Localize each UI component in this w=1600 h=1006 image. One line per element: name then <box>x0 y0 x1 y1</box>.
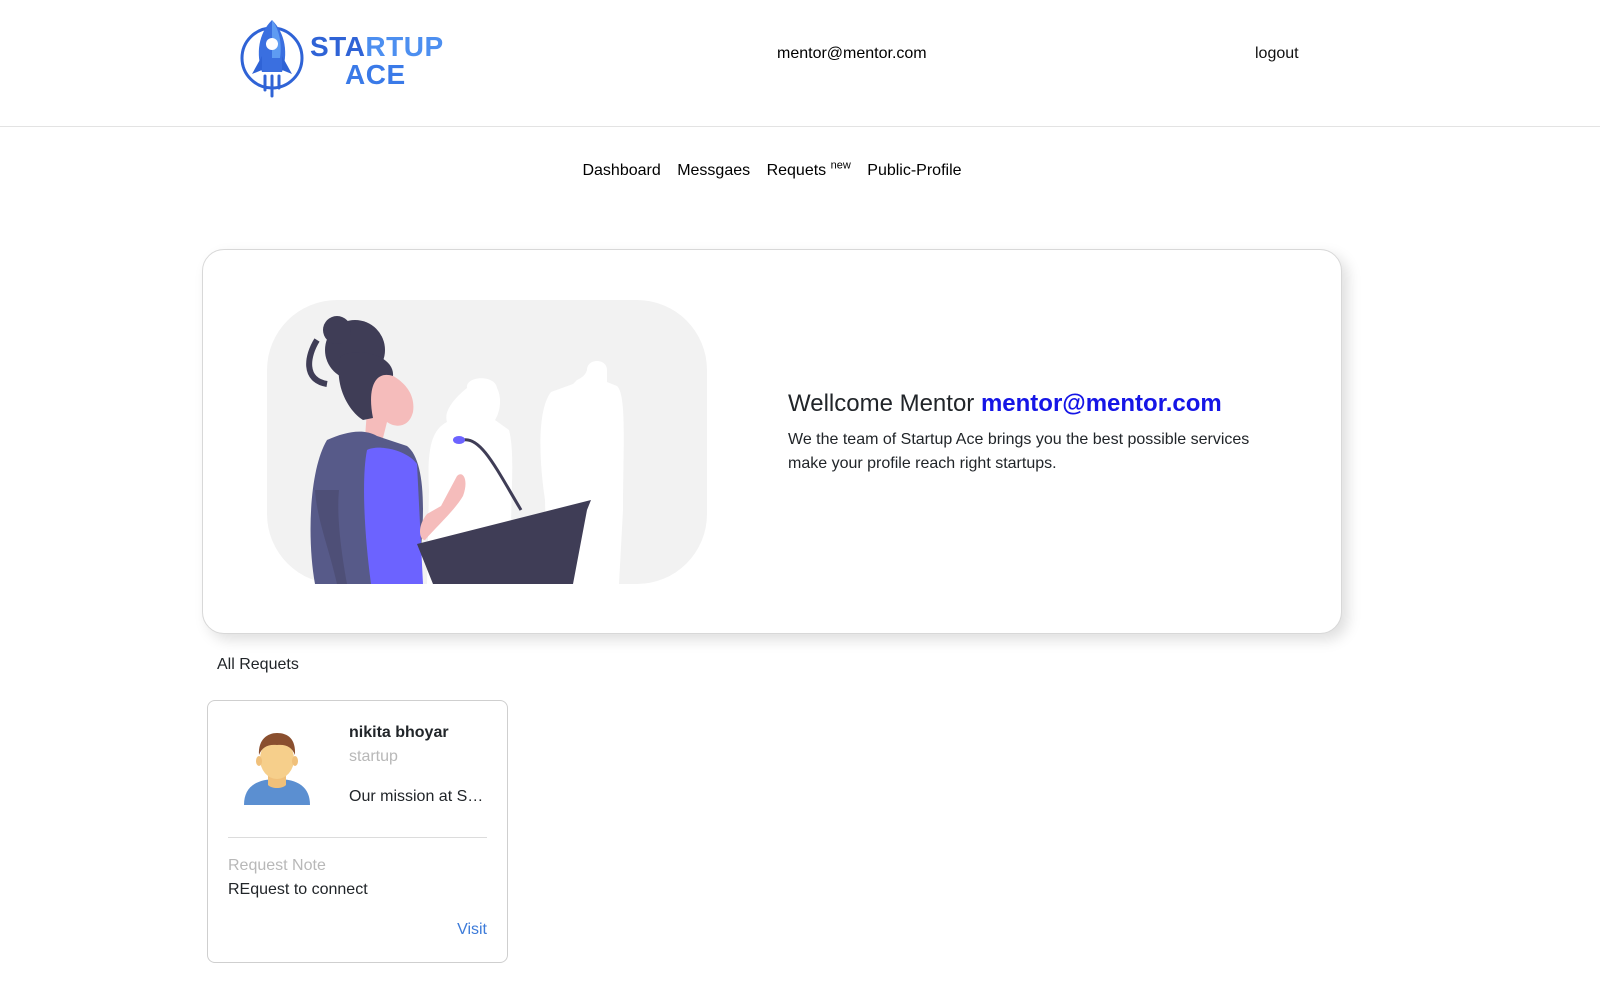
request-name: nikita bhoyar <box>349 724 449 741</box>
logout-link[interactable]: logout <box>1255 45 1299 63</box>
divider <box>228 837 487 838</box>
request-card: nikita bhoyar startup Our mission at S… … <box>207 700 508 963</box>
request-mission: Our mission at S… <box>349 788 484 805</box>
speaker-illustration <box>267 300 707 584</box>
welcome-description: We the team of Startup Ace brings you th… <box>788 431 1250 472</box>
nav-item-requests-label: Requets <box>766 162 827 180</box>
welcome-card: Wellcome Mentor mentor@mentor.com We the… <box>202 249 1342 634</box>
new-badge: new <box>830 160 851 172</box>
welcome-greeting: Wellcome Mentor <box>788 390 975 417</box>
request-type: startup <box>349 748 398 765</box>
startup-ace-logo[interactable]: STARTUP ACE <box>240 16 443 98</box>
request-note-label: Request Note <box>228 857 326 874</box>
welcome-heading: Wellcome Mentor mentor@mentor.com <box>788 390 1222 418</box>
logo-text-line-1: STARTUP <box>310 31 444 62</box>
nav-item-dashboard[interactable]: Dashboard <box>582 162 660 179</box>
welcome-email: mentor@mentor.com <box>980 390 1222 417</box>
request-note: REquest to connect <box>228 881 368 898</box>
header-user-email: mentor@mentor.com <box>777 45 927 62</box>
header: STARTUP ACE mentor@mentor.com logout <box>0 0 1600 127</box>
nav-item-requests[interactable]: Requets new <box>766 160 851 180</box>
user-avatar-icon <box>244 733 310 805</box>
main-nav: Dashboard Messgaes Requets new Public-Pr… <box>0 160 1544 180</box>
rocket-logo-icon <box>240 20 304 98</box>
nav-item-messages[interactable]: Messgaes <box>677 162 750 179</box>
visit-link[interactable]: Visit <box>457 921 487 939</box>
all-requests-title: All Requets <box>217 656 299 673</box>
nav-item-public-profile[interactable]: Public-Profile <box>867 162 961 179</box>
logo-text-line-2: ACE <box>345 59 406 90</box>
